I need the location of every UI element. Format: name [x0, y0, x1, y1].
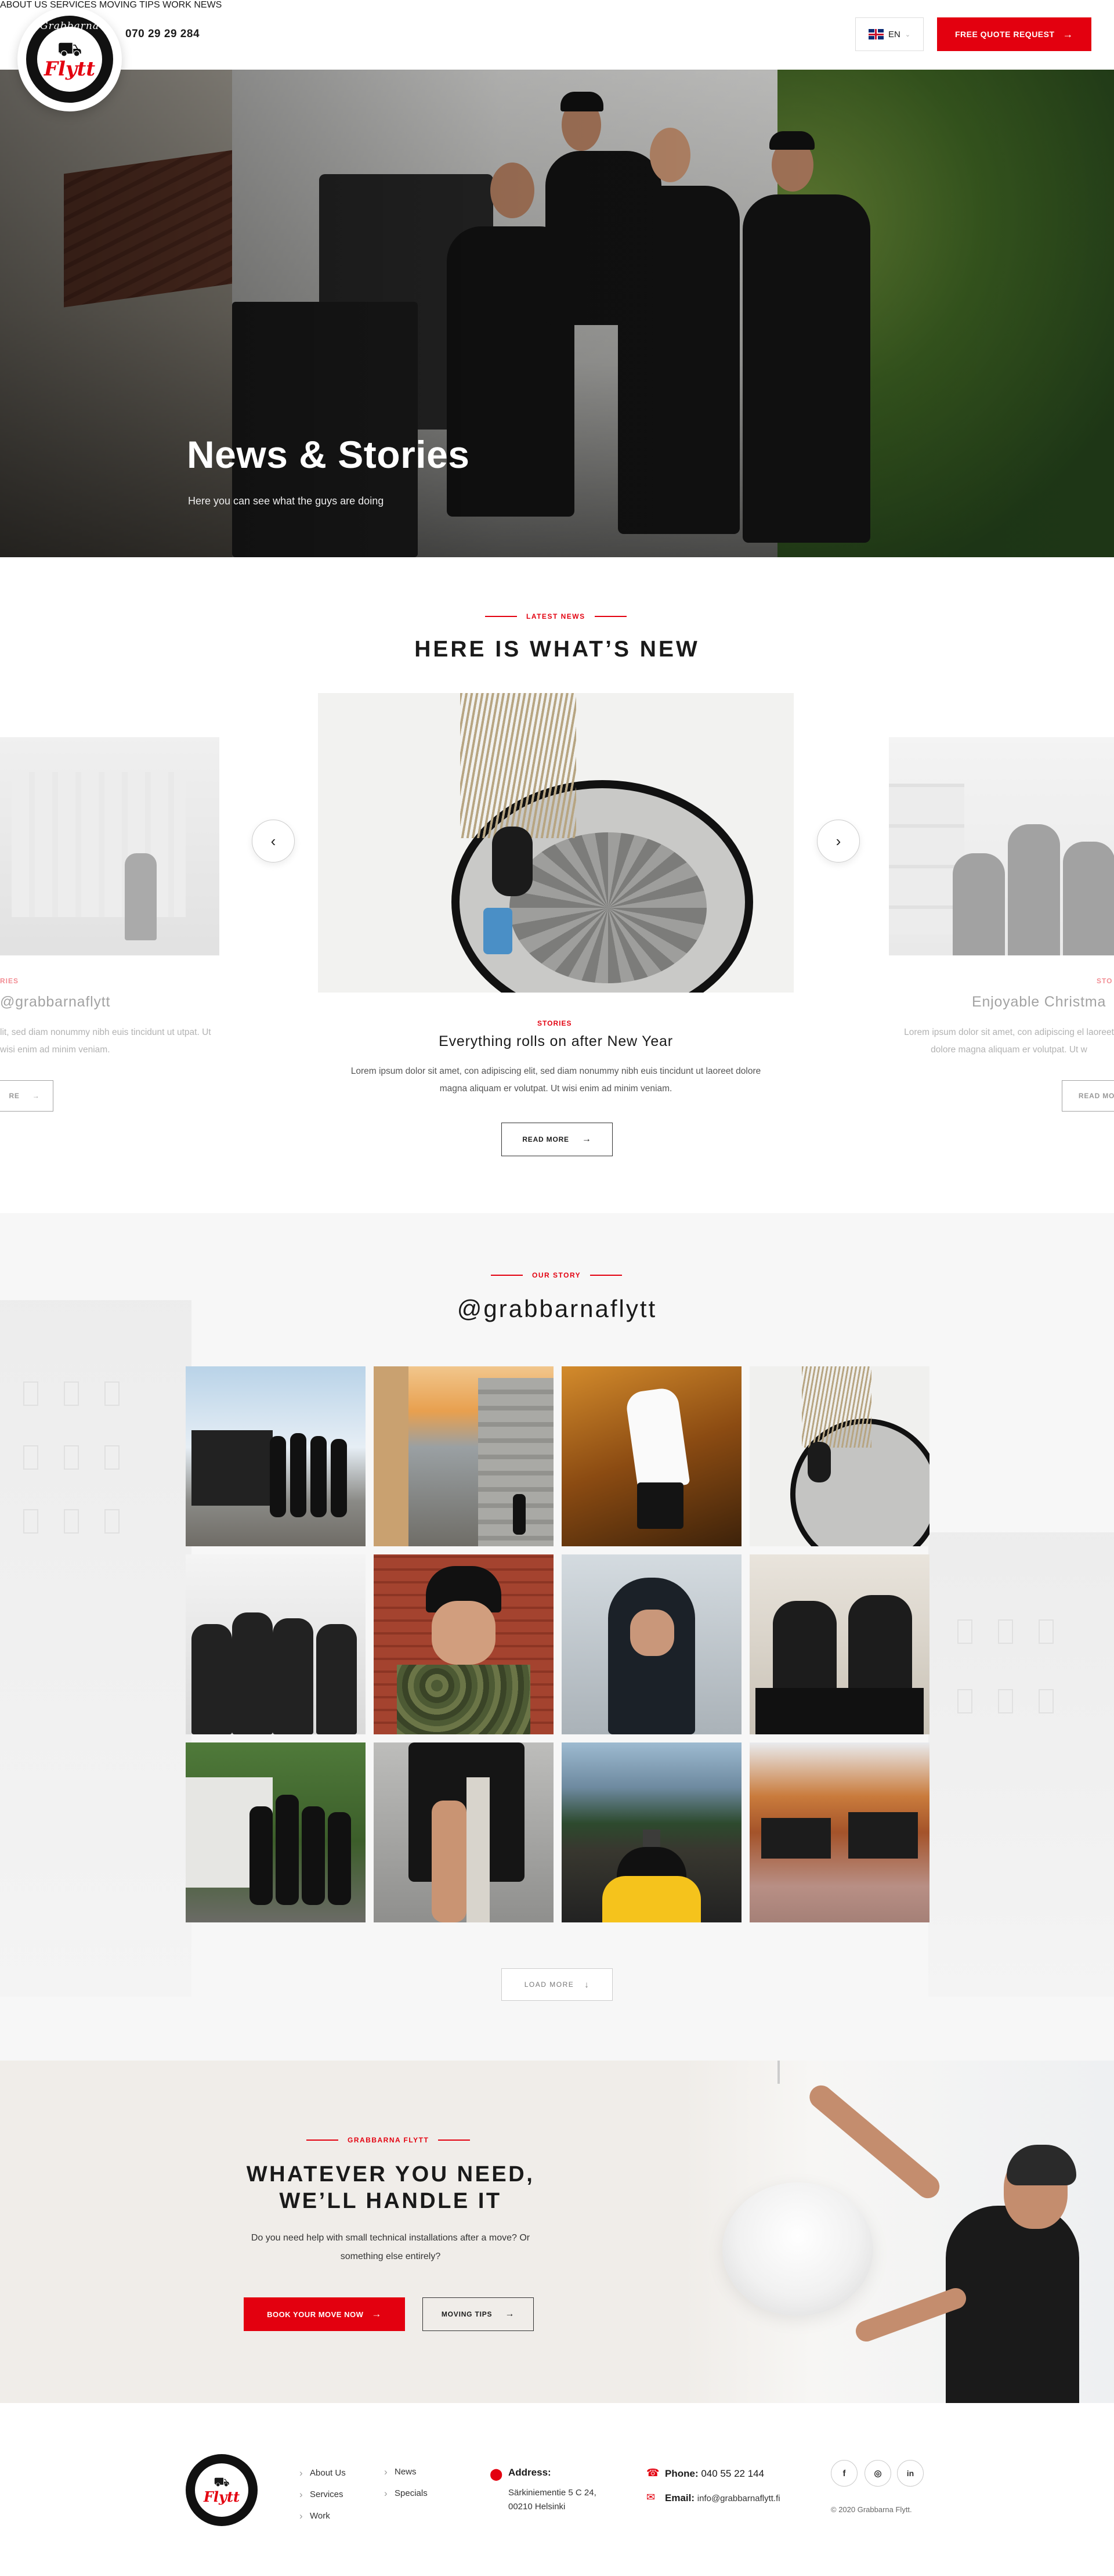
- footer-link-specials[interactable]: Specials: [383, 2488, 428, 2499]
- instagram-photo[interactable]: [562, 1366, 742, 1546]
- language-selector[interactable]: EN ⌄: [855, 17, 924, 51]
- news-card-text-center: Lorem ipsum dolor sit amet, con adipisci…: [350, 1066, 761, 1094]
- facebook-icon[interactable]: f: [831, 2460, 858, 2487]
- insta-section-label: OUR STORY: [491, 1271, 623, 1279]
- news-read-more-right[interactable]: READ MO: [1062, 1080, 1114, 1112]
- footer-logo-word: Flytt: [203, 2488, 240, 2505]
- instagram-photo[interactable]: [374, 1366, 554, 1546]
- email-icon: ✉: [646, 2491, 656, 2503]
- instagram-photo[interactable]: [750, 1554, 929, 1734]
- arrow-right-icon: →: [32, 1092, 40, 1100]
- instagram-icon[interactable]: ◎: [865, 2460, 891, 2487]
- footer-phone[interactable]: Phone: 040 55 22 144: [665, 2468, 764, 2480]
- instagram-photo[interactable]: [186, 1366, 366, 1546]
- uk-flag-icon: [868, 29, 884, 39]
- chevron-down-icon: ⌄: [905, 31, 911, 38]
- news-card-category-center: STORIES: [537, 1019, 572, 1027]
- news-card-title-right[interactable]: Enjoyable Christma: [972, 994, 1106, 1011]
- slider-prev-button[interactable]: ‹: [252, 820, 295, 863]
- site-header: 070 29 29 284 ABOUT US SERVICES MOVING T…: [0, 0, 1114, 70]
- news-card-text-left: lit, sed diam nonummy nibh euis tincidun…: [0, 1027, 211, 1055]
- mover-figure-icon: ⛟: [57, 38, 82, 60]
- worker-figure: [946, 2206, 1079, 2403]
- hero-title: News & Stories: [187, 433, 470, 476]
- mover-figure-icon: ⛟: [214, 2474, 230, 2489]
- news-card-title-left[interactable]: @grabbarnaflytt: [0, 994, 110, 1011]
- slider-next-button[interactable]: ›: [817, 820, 860, 863]
- footer-logo[interactable]: ⛟ Flytt: [186, 2454, 258, 2526]
- nav-moving-tips[interactable]: MOVING TIPS: [99, 0, 160, 10]
- news-card-image-right[interactable]: [889, 737, 1114, 955]
- cta-section: [0, 2061, 1114, 2403]
- news-section-title: HERE IS WHAT’S NEW: [414, 637, 700, 662]
- instagram-photo[interactable]: [750, 1742, 929, 1922]
- free-quote-button[interactable]: FREE QUOTE REQUEST →: [937, 17, 1091, 51]
- instagram-grid: [186, 1366, 929, 1922]
- copyright: © 2020 Grabbarna Flytt.: [831, 2505, 912, 2514]
- language-label: EN: [888, 29, 900, 39]
- news-card-image-center[interactable]: [318, 693, 794, 993]
- location-pin-icon: ⬤: [490, 2468, 503, 2481]
- arrow-down-icon: ↓: [584, 1979, 590, 1990]
- footer-link-news[interactable]: News: [383, 2466, 428, 2478]
- news-card-category-right: STO: [1097, 977, 1113, 985]
- insta-section-title: @grabbarnaflytt: [457, 1295, 657, 1322]
- chevron-right-icon: ›: [836, 832, 841, 850]
- phone-icon: ☎: [646, 2467, 660, 2478]
- hero-subtitle: Here you can see what the guys are doing: [188, 495, 384, 507]
- header-phone[interactable]: 070 29 29 284: [125, 28, 200, 41]
- instagram-photo[interactable]: [750, 1366, 929, 1546]
- footer-link-services[interactable]: Services: [298, 2489, 346, 2501]
- news-card-category-left: RIES: [0, 977, 19, 985]
- news-card-image-left[interactable]: [0, 737, 219, 955]
- news-read-more-left[interactable]: RE →: [0, 1080, 53, 1112]
- footer-address-line2: 00210 Helsinki: [508, 2502, 566, 2512]
- site-logo[interactable]: Grabbarna ⛟ Flytt: [17, 7, 122, 111]
- logo-word: Flytt: [44, 57, 96, 81]
- free-quote-label: FREE QUOTE REQUEST: [954, 30, 1055, 39]
- arrow-right-icon: →: [1062, 28, 1074, 40]
- footer-links-col1: About Us Services Work: [298, 2467, 346, 2532]
- footer-link-work[interactable]: Work: [298, 2510, 346, 2522]
- news-card-text-right: Lorem ipsum dolor sit amet, con adipisci…: [904, 1027, 1114, 1055]
- hero-banner: News & Stories Here you can see what the…: [0, 70, 1114, 557]
- footer-address-line1: Särkiniementie 5 C 24,: [508, 2488, 596, 2498]
- nav-news[interactable]: NEWS: [194, 0, 222, 10]
- arrow-right-icon: →: [581, 1134, 592, 1144]
- footer-email[interactable]: Email: info@grabbarnaflytt.fi: [665, 2492, 780, 2504]
- nav-work[interactable]: WORK: [162, 0, 191, 10]
- lamp-image: [722, 2182, 873, 2316]
- news-read-more-center[interactable]: READ MORE →: [501, 1123, 613, 1156]
- footer-links-col2: News Specials: [383, 2466, 428, 2510]
- cta-title: WHATEVER YOU NEED, WE’LL HANDLE IT: [246, 2162, 535, 2213]
- cta-section-label: GRABBARNA FLYTT: [306, 2136, 471, 2144]
- arrow-right-icon: →: [505, 2309, 515, 2319]
- cta-text: Do you need help with small technical in…: [251, 2233, 530, 2261]
- linkedin-icon[interactable]: in: [897, 2460, 924, 2487]
- footer-link-about[interactable]: About Us: [298, 2467, 346, 2479]
- news-card-title-center[interactable]: Everything rolls on after New Year: [318, 1033, 794, 1050]
- news-section-label: LATEST NEWS: [485, 612, 627, 620]
- book-move-button[interactable]: BOOK YOUR MOVE NOW →: [244, 2297, 405, 2331]
- logo-top-text: Grabbarna: [40, 20, 99, 32]
- arrow-right-icon: →: [371, 2308, 382, 2319]
- footer-address-label: Address:: [508, 2467, 551, 2478]
- main-nav: ABOUT US SERVICES MOVING TIPS WORK NEWS: [0, 0, 1114, 10]
- moving-tips-button[interactable]: MOVING TIPS →: [422, 2297, 534, 2331]
- site-footer: ⛟ Flytt About Us Services Work News Spec…: [0, 2403, 1114, 2576]
- instagram-photo[interactable]: [562, 1742, 742, 1922]
- instagram-photo[interactable]: [374, 1742, 554, 1922]
- chevron-left-icon: ‹: [270, 832, 276, 850]
- instagram-photo[interactable]: [374, 1554, 554, 1734]
- load-more-button[interactable]: LOAD MORE ↓: [501, 1968, 613, 2001]
- instagram-photo[interactable]: [562, 1554, 742, 1734]
- instagram-photo[interactable]: [186, 1742, 366, 1922]
- instagram-photo[interactable]: [186, 1554, 366, 1734]
- nav-about-us[interactable]: ABOUT US: [0, 0, 48, 10]
